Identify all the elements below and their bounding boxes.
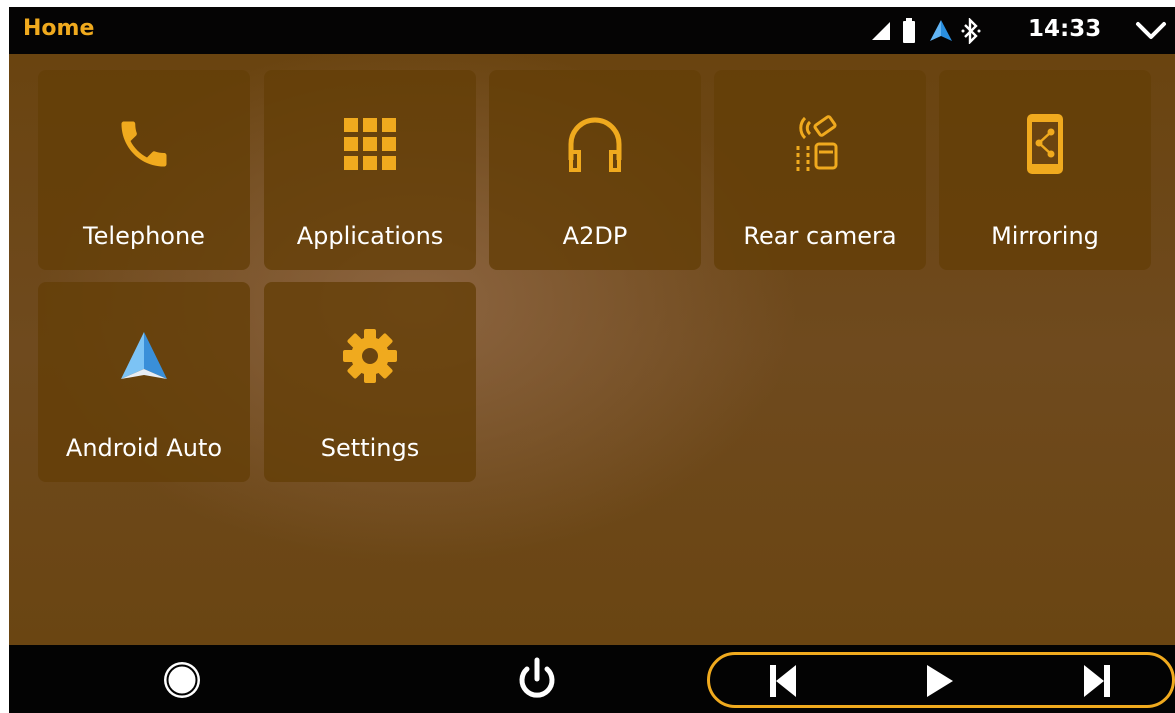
power-icon [519, 657, 555, 698]
status-bar: Home 14:33 [9, 7, 1175, 54]
tile-label: Applications [296, 222, 444, 250]
tile-label: Settings [320, 434, 420, 462]
home-button[interactable] [161, 659, 203, 701]
previous-track-icon [770, 665, 796, 697]
next-track-icon [1084, 665, 1110, 697]
grid-icon [334, 108, 406, 180]
page-title: Home [23, 16, 95, 41]
tile-label: Android Auto [65, 434, 223, 462]
app-launcher: Telephone Applications A2DP Rear camera … [9, 54, 1175, 645]
app-tile-settings[interactable]: Settings [264, 282, 476, 482]
app-tile-rear-camera[interactable]: Rear camera [714, 70, 926, 270]
gear-icon [334, 320, 406, 392]
power-button[interactable] [514, 657, 560, 703]
bluetooth-icon [961, 18, 981, 44]
app-tile-telephone[interactable]: Telephone [38, 70, 250, 270]
media-controls [707, 652, 1175, 708]
tile-label: Telephone [83, 222, 205, 250]
android-auto-status-icon [930, 20, 952, 41]
clock: 14:33 [1028, 16, 1102, 42]
app-tile-applications[interactable]: Applications [264, 70, 476, 270]
app-tile-a2dp[interactable]: A2DP [489, 70, 701, 270]
app-tile-android-auto[interactable]: Android Auto [38, 282, 250, 482]
status-icons: 14:33 [845, 7, 1175, 54]
tile-label: Rear camera [743, 222, 897, 250]
chevron-down-icon[interactable] [1135, 21, 1167, 41]
play-button[interactable] [923, 664, 957, 698]
android-auto-icon [108, 320, 180, 392]
tile-label: Mirroring [991, 222, 1099, 250]
app-tile-mirroring[interactable]: Mirroring [939, 70, 1151, 270]
tile-label: A2DP [562, 222, 628, 250]
home-circle-icon [164, 662, 200, 698]
previous-track-button[interactable] [766, 664, 800, 698]
headphones-icon [559, 108, 631, 180]
bottom-nav-bar [9, 645, 1175, 713]
play-icon [927, 665, 953, 697]
next-track-button[interactable] [1080, 664, 1114, 698]
rear-camera-icon [784, 108, 856, 180]
battery-icon [903, 18, 915, 43]
signal-icon [872, 22, 890, 40]
phone-icon [108, 108, 180, 180]
head-unit-screen: Home 14:33 Telephone Applications A2DP R… [9, 7, 1175, 713]
mirroring-icon [1009, 108, 1081, 180]
